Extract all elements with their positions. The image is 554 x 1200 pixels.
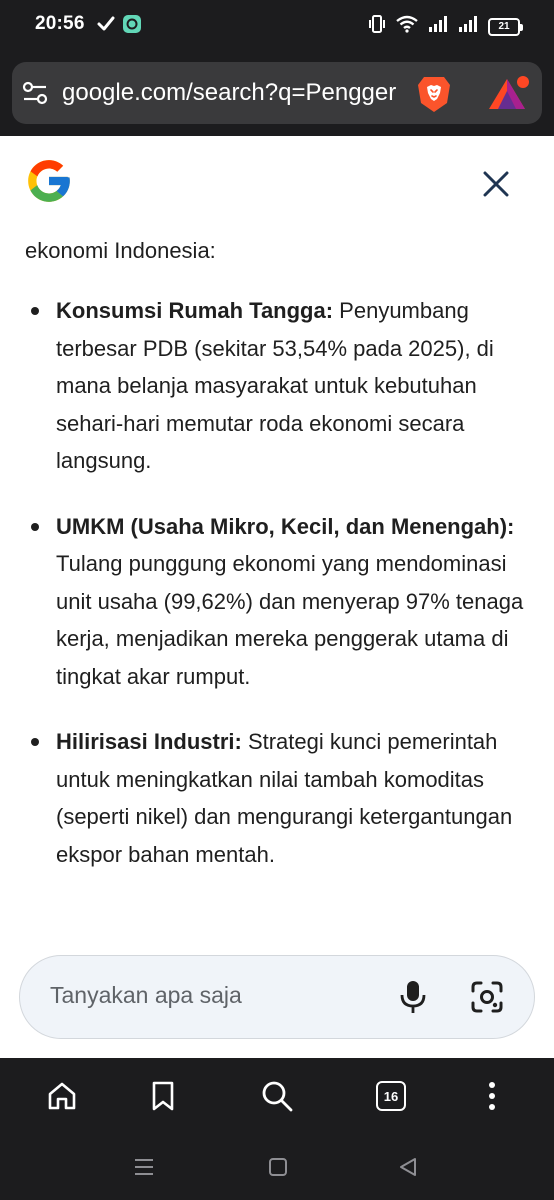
vibrate-icon xyxy=(368,14,386,39)
home-system-icon[interactable] xyxy=(267,1156,289,1183)
tabs-button[interactable]: 16 xyxy=(373,1078,409,1114)
bullet-heading: Hilirisasi Industri: xyxy=(56,729,242,754)
list-item: Hilirisasi Industri: Strategi kunci peme… xyxy=(25,723,530,873)
bullet-list: Konsumsi Rumah Tangga: Penyumbang terbes… xyxy=(25,292,530,873)
home-icon xyxy=(48,1082,76,1110)
more-vert-icon xyxy=(489,1082,495,1110)
search-icon xyxy=(262,1081,293,1112)
browser-toolbar: google.com/search?q=Pengger xyxy=(0,52,554,136)
site-settings-icon[interactable] xyxy=(22,81,48,110)
mic-icon[interactable] xyxy=(400,980,426,1019)
home-button[interactable] xyxy=(44,1078,80,1114)
intro-text: ekonomi Indonesia: xyxy=(25,238,216,263)
url-bar[interactable]: google.com/search?q=Pengger xyxy=(12,62,542,124)
signal-icon xyxy=(428,15,448,38)
bullet-heading: Konsumsi Rumah Tangga: xyxy=(56,298,334,323)
recents-icon[interactable] xyxy=(133,1156,155,1183)
signal-icon xyxy=(458,15,478,38)
list-item: UMKM (Usaha Mikro, Kecil, dan Menengah):… xyxy=(25,508,530,696)
tab-count: 16 xyxy=(376,1081,406,1111)
list-item: Konsumsi Rumah Tangga: Penyumbang terbes… xyxy=(25,292,530,480)
ask-input[interactable]: Tanyakan apa saja xyxy=(19,955,535,1039)
brave-shields-icon[interactable] xyxy=(416,75,452,118)
google-logo-icon xyxy=(24,156,74,211)
wifi-icon xyxy=(396,15,418,38)
ai-overview-content: ekonomi Indonesia: Konsumsi Rumah Tangga… xyxy=(25,232,530,901)
chat-icon xyxy=(122,14,142,39)
bookmarks-button[interactable] xyxy=(145,1078,181,1114)
battery-icon: 21 xyxy=(488,17,523,36)
search-button[interactable] xyxy=(259,1078,295,1114)
bullet-text: Tulang punggung ekonomi yang mendominasi… xyxy=(56,551,524,689)
check-icon xyxy=(96,14,116,39)
back-icon[interactable] xyxy=(397,1156,419,1183)
brave-rewards-icon[interactable] xyxy=(487,73,531,118)
status-icons: 21 xyxy=(368,14,523,39)
bullet-heading: UMKM (Usaha Mikro, Kecil, dan Menengah): xyxy=(56,513,515,539)
system-nav-bar xyxy=(0,1136,554,1200)
status-time: 20:56 xyxy=(35,13,85,34)
close-icon xyxy=(483,171,509,197)
google-lens-icon[interactable] xyxy=(470,980,504,1019)
menu-button[interactable] xyxy=(474,1078,510,1114)
bookmark-icon xyxy=(152,1081,174,1111)
url-text[interactable]: google.com/search?q=Pengger xyxy=(62,79,412,107)
close-button[interactable] xyxy=(476,164,516,204)
bullet-text: Penyumbang terbesar PDB (sekitar 53,54% … xyxy=(56,298,494,473)
browser-bottom-nav: 16 xyxy=(0,1058,554,1136)
ask-placeholder[interactable]: Tanyakan apa saja xyxy=(50,982,242,1009)
status-bar: 20:56 21 xyxy=(0,0,554,52)
